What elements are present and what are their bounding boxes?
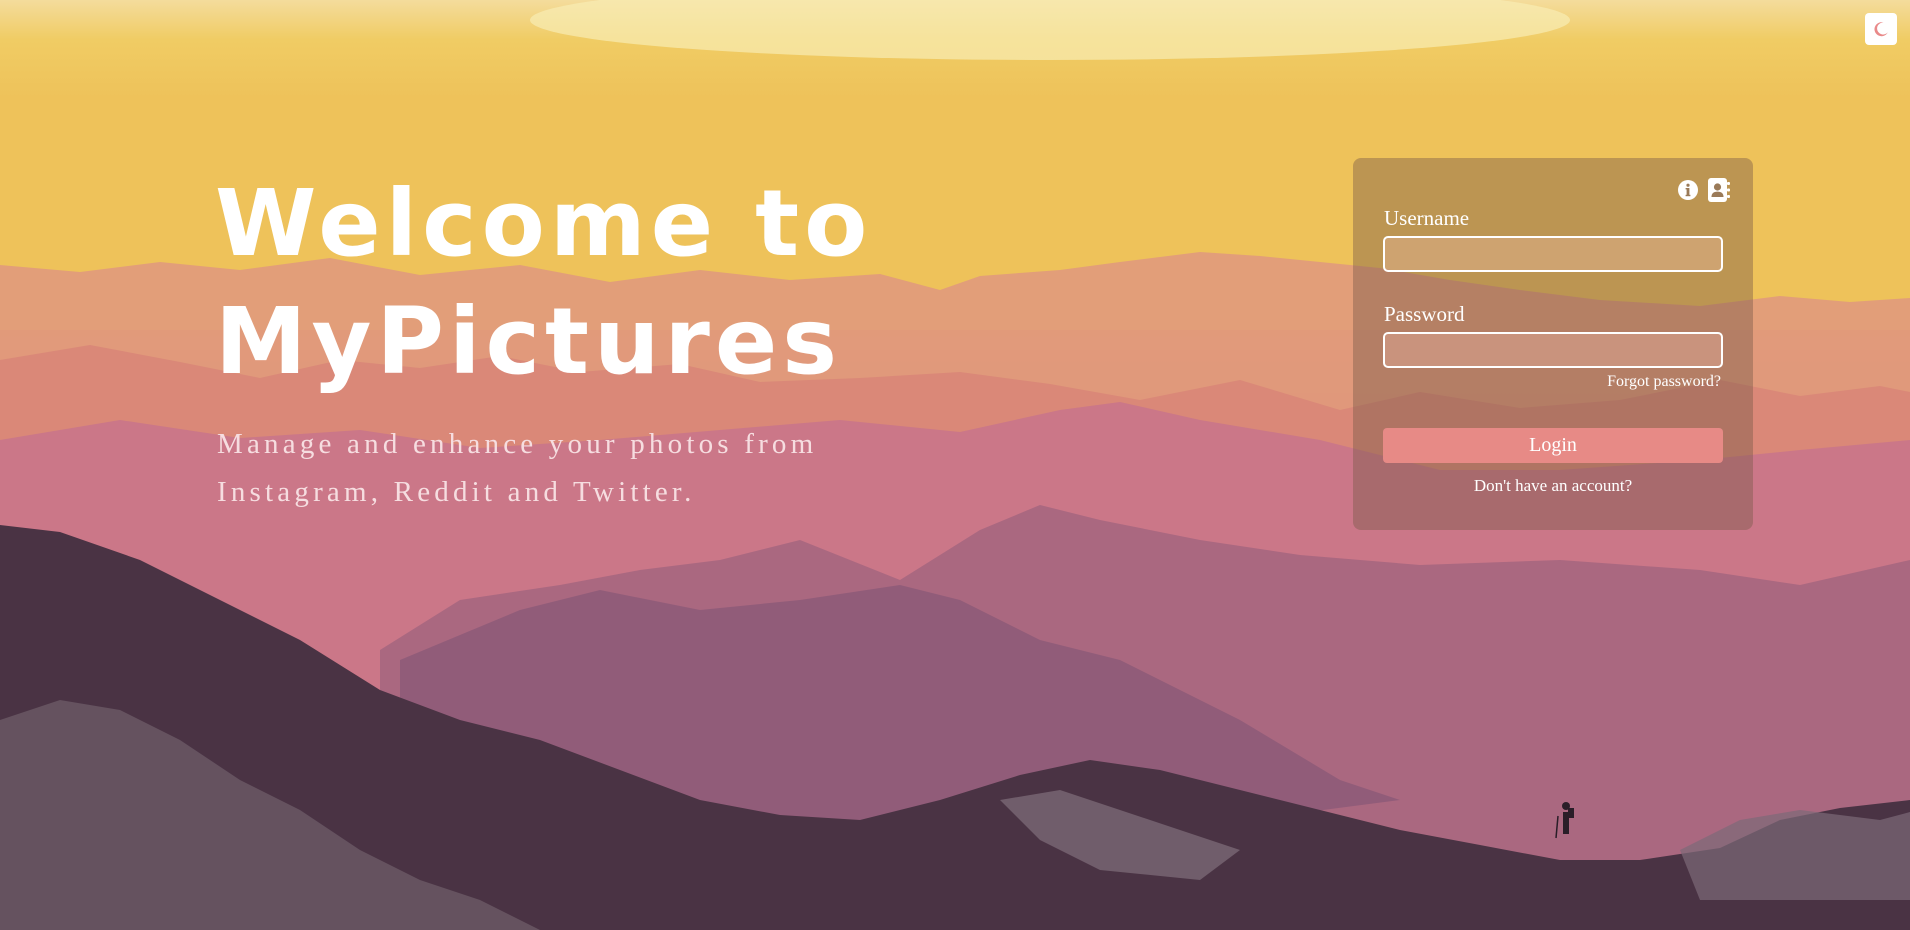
username-label: Username <box>1384 206 1470 230</box>
login-card: Username Password Forgot password? Login… <box>1353 158 1753 530</box>
password-input[interactable] <box>1383 332 1723 368</box>
login-button[interactable]: Login <box>1383 428 1723 463</box>
dark-mode-toggle[interactable] <box>1865 13 1897 45</box>
info-icon[interactable] <box>1677 179 1699 201</box>
username-input[interactable] <box>1383 236 1723 272</box>
hero-title-line-1: Welcome to <box>215 170 873 277</box>
card-icon-bar <box>1677 177 1731 203</box>
hero-subtitle-line-1: Manage and enhance your photos from <box>217 428 818 460</box>
moon-icon <box>1874 22 1888 37</box>
signup-link[interactable]: Don't have an account? <box>1353 476 1753 496</box>
hero-title: Welcome to MyPictures <box>215 165 975 401</box>
hero-title-line-2: MyPictures <box>215 288 843 395</box>
address-book-icon[interactable] <box>1707 177 1731 203</box>
hero-subtitle-line-2: Instagram, Reddit and Twitter. <box>217 476 696 508</box>
forgot-password-link[interactable]: Forgot password? <box>1607 372 1721 392</box>
password-label: Password <box>1384 302 1465 326</box>
hero-subtitle: Manage and enhance your photos from Inst… <box>217 420 937 516</box>
